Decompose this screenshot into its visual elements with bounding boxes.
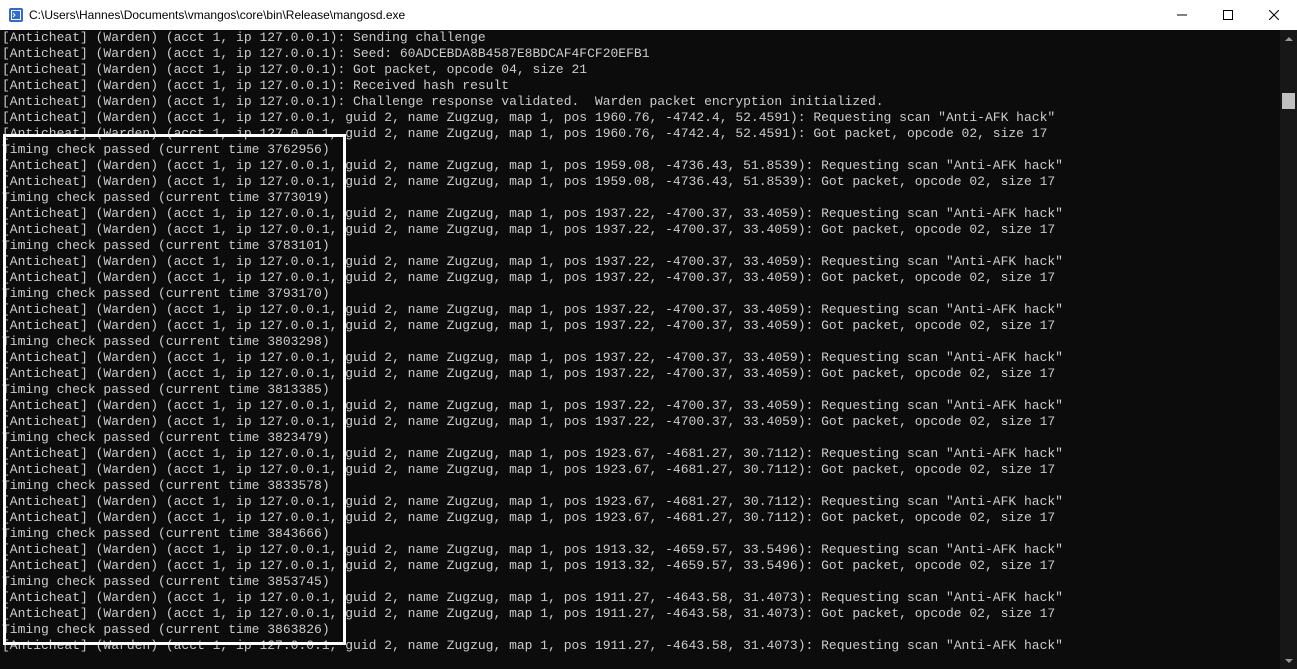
console-line: Timing check passed (current time 379317… — [2, 286, 330, 301]
console-line: [Anticheat] (Warden) (acct 1, ip 127.0.0… — [2, 78, 510, 93]
console-line: Timing check passed (current time 385374… — [2, 574, 330, 589]
maximize-icon — [1223, 10, 1233, 20]
close-button[interactable] — [1251, 0, 1297, 30]
title-bar[interactable]: C:\Users\Hannes\Documents\vmangos\core\b… — [0, 0, 1297, 30]
window-title: C:\Users\Hannes\Documents\vmangos\core\b… — [29, 8, 406, 22]
console-app-icon[interactable] — [9, 8, 23, 22]
console-line: [Anticheat] (Warden) (acct 1, ip 127.0.0… — [2, 222, 1056, 237]
minimize-icon — [1177, 14, 1187, 16]
vertical-scrollbar[interactable] — [1280, 30, 1297, 669]
console-line: Timing check passed (current time 383357… — [2, 478, 330, 493]
console-line: Timing check passed (current time 386382… — [2, 622, 330, 637]
console-line: Timing check passed (current time 378310… — [2, 238, 330, 253]
console-line: [Anticheat] (Warden) (acct 1, ip 127.0.0… — [2, 254, 1063, 269]
window-controls — [1159, 0, 1297, 30]
console-line: [Anticheat] (Warden) (acct 1, ip 127.0.0… — [2, 542, 1063, 557]
console-line: [Anticheat] (Warden) (acct 1, ip 127.0.0… — [2, 398, 1063, 413]
console-line: Timing check passed (current time 384366… — [2, 526, 330, 541]
console-line: [Anticheat] (Warden) (acct 1, ip 127.0.0… — [2, 414, 1056, 429]
console-line: [Anticheat] (Warden) (acct 1, ip 127.0.0… — [2, 590, 1063, 605]
console-line: [Anticheat] (Warden) (acct 1, ip 127.0.0… — [2, 158, 1063, 173]
console-line: [Anticheat] (Warden) (acct 1, ip 127.0.0… — [2, 318, 1056, 333]
console-line: [Anticheat] (Warden) (acct 1, ip 127.0.0… — [2, 270, 1056, 285]
console-line: [Anticheat] (Warden) (acct 1, ip 127.0.0… — [2, 606, 1056, 621]
console-line: Timing check passed (current time 377301… — [2, 190, 330, 205]
scroll-up-button[interactable] — [1280, 30, 1297, 47]
console-line: Timing check passed (current time 376295… — [2, 142, 330, 157]
close-icon — [1269, 10, 1279, 20]
console-line: Timing check passed (current time 381338… — [2, 382, 330, 397]
console-line: [Anticheat] (Warden) (acct 1, ip 127.0.0… — [2, 446, 1063, 461]
maximize-button[interactable] — [1205, 0, 1251, 30]
console-line: [Anticheat] (Warden) (acct 1, ip 127.0.0… — [2, 206, 1063, 221]
scroll-down-button[interactable] — [1280, 652, 1297, 669]
console-line: [Anticheat] (Warden) (acct 1, ip 127.0.0… — [2, 350, 1063, 365]
console-line: [Anticheat] (Warden) (acct 1, ip 127.0.0… — [2, 46, 650, 61]
console-line: [Anticheat] (Warden) (acct 1, ip 127.0.0… — [2, 174, 1056, 189]
console-line: Timing check passed (current time 382347… — [2, 430, 330, 445]
console-line: [Anticheat] (Warden) (acct 1, ip 127.0.0… — [2, 494, 1063, 509]
console-line: [Anticheat] (Warden) (acct 1, ip 127.0.0… — [2, 366, 1056, 381]
console-line: [Anticheat] (Warden) (acct 1, ip 127.0.0… — [2, 30, 486, 45]
scroll-thumb[interactable] — [1282, 93, 1295, 109]
console-line: [Anticheat] (Warden) (acct 1, ip 127.0.0… — [2, 126, 1048, 141]
console-line: [Anticheat] (Warden) (acct 1, ip 127.0.0… — [2, 110, 1056, 125]
console-output[interactable]: [Anticheat] (Warden) (acct 1, ip 127.0.0… — [0, 30, 1280, 669]
console-line: [Anticheat] (Warden) (acct 1, ip 127.0.0… — [2, 558, 1056, 573]
console-line: [Anticheat] (Warden) (acct 1, ip 127.0.0… — [2, 510, 1056, 525]
console-line: [Anticheat] (Warden) (acct 1, ip 127.0.0… — [2, 302, 1063, 317]
minimize-button[interactable] — [1159, 0, 1205, 30]
console-line: [Anticheat] (Warden) (acct 1, ip 127.0.0… — [2, 638, 1063, 653]
console-window: C:\Users\Hannes\Documents\vmangos\core\b… — [0, 0, 1297, 669]
console-line: [Anticheat] (Warden) (acct 1, ip 127.0.0… — [2, 462, 1056, 477]
console-line: Timing check passed (current time 380329… — [2, 334, 330, 349]
chevron-up-icon — [1284, 36, 1293, 41]
console-line: [Anticheat] (Warden) (acct 1, ip 127.0.0… — [2, 62, 588, 77]
console-line: [Anticheat] (Warden) (acct 1, ip 127.0.0… — [2, 94, 884, 109]
chevron-down-icon — [1284, 658, 1293, 663]
